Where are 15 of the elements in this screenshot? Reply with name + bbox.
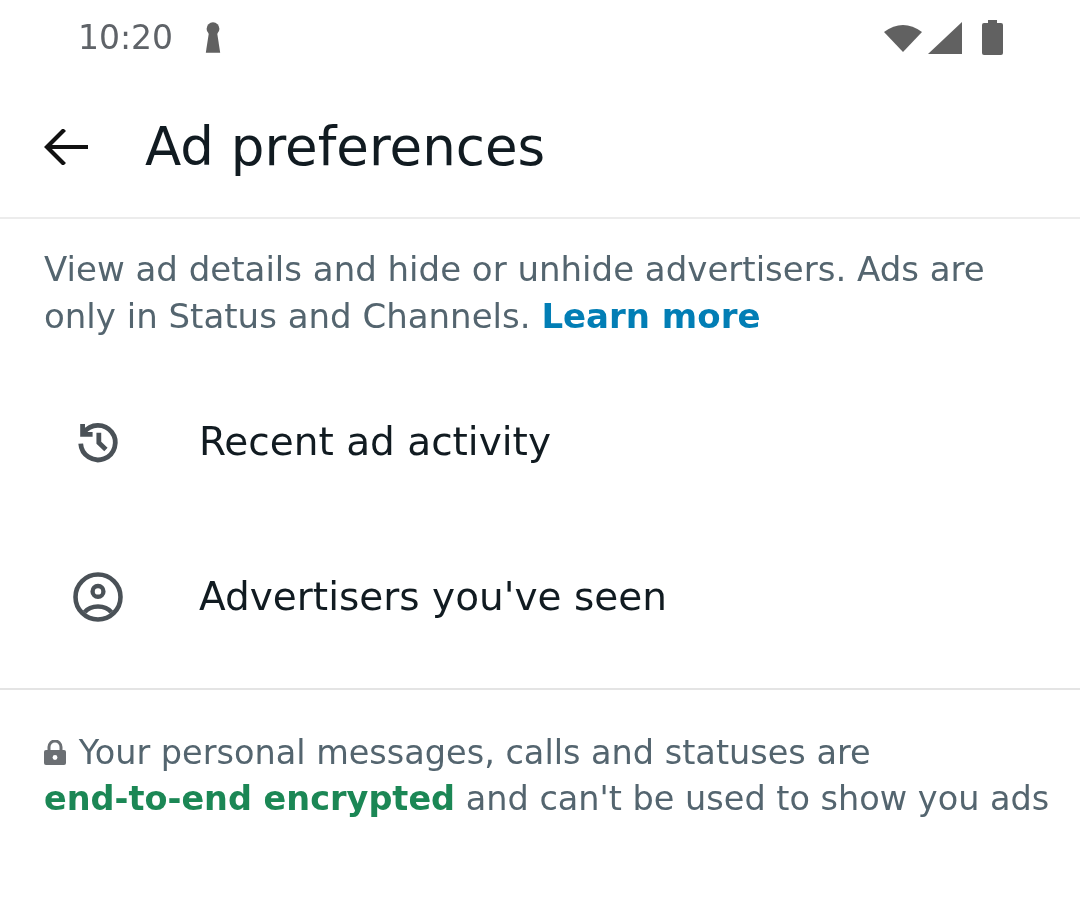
encryption-notice: Your personal messages, calls and statuses are end-to-end encrypted and can't be used to show you ads — [44, 732, 1051, 820]
battery-icon — [982, 20, 1003, 55]
screen-title: Ad preferences — [145, 115, 546, 177]
lock-icon — [44, 740, 66, 765]
description-text: View ad details and hide or unhide advertisers. Ads are only in Status and Channels. Learn more — [44, 248, 986, 338]
menu-item[interactable]: Advertisers you've seen — [44, 519, 1040, 674]
status-time: 10:20 — [78, 18, 174, 57]
learn-more-link[interactable]: Learn more — [541, 296, 761, 336]
back-arrow-icon — [44, 129, 88, 165]
signal-icon — [928, 21, 962, 54]
encrypted-link[interactable]: end-to-end encrypted — [44, 779, 456, 818]
menu-item[interactable]: Recent ad activity — [44, 364, 1040, 519]
back-button[interactable] — [44, 129, 88, 165]
wifi-icon — [884, 23, 922, 52]
person-circle-icon — [73, 571, 123, 622]
